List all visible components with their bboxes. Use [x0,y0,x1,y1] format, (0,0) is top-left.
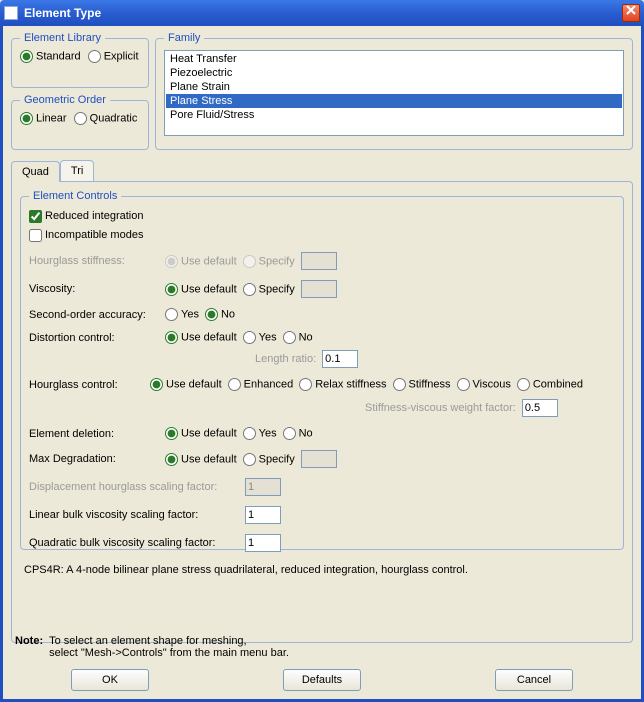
titlebar: Element Type [0,0,644,26]
radio-hgc-viscous[interactable]: Viscous [457,378,511,391]
family-group: Family Heat Transfer Piezoelectric Plane… [155,32,633,150]
radio-visc-specify[interactable]: Specify [243,283,295,296]
length-ratio-input[interactable] [322,350,358,368]
radio-edel-yes[interactable]: Yes [243,427,277,440]
tab-quad[interactable]: Quad [11,161,60,182]
close-icon [626,5,636,15]
viscosity-label: Viscosity: [29,283,159,295]
list-item[interactable]: Plane Strain [166,80,622,94]
radio-mdeg-default[interactable]: Use default [165,453,237,466]
radio-dist-no[interactable]: No [283,331,313,344]
linear-bulk-label: Linear bulk viscosity scaling factor: [29,509,239,521]
geometric-order-legend: Geometric Order [20,94,110,106]
hourglass-stiffness-label: Hourglass stiffness: [29,255,159,267]
disp-hourglass-input [245,478,281,496]
radio-hgs-specify: Specify [243,255,295,268]
note-line1: To select an element shape for meshing, [49,635,289,647]
checkbox-reduced-integration[interactable]: Reduced integration [29,210,143,222]
radio-explicit[interactable]: Explicit [88,50,139,63]
radio-dist-yes[interactable]: Yes [243,331,277,344]
radio-hgc-relax[interactable]: Relax stiffness [299,378,386,391]
quad-bulk-input[interactable] [245,534,281,552]
max-degradation-label: Max Degradation: [29,453,159,465]
radio-dist-default[interactable]: Use default [165,331,237,344]
note-label: Note: [15,635,43,659]
weight-factor-input[interactable] [522,399,558,417]
radio-edel-no[interactable]: No [283,427,313,440]
element-description: CPS4R: A 4-node bilinear plane stress qu… [20,564,624,576]
mdeg-input [301,450,337,468]
window-title: Element Type [24,6,622,20]
radio-hgc-combined[interactable]: Combined [517,378,583,391]
element-deletion-label: Element deletion: [29,428,159,440]
second-order-label: Second-order accuracy: [29,309,159,321]
radio-quadratic[interactable]: Quadratic [74,112,138,125]
radio-edel-default[interactable]: Use default [165,427,237,440]
element-controls-group: Element Controls Reduced integration Inc… [20,190,624,550]
ok-button[interactable]: OK [71,669,149,691]
hourglass-control-label: Hourglass control: [29,379,144,391]
weight-factor-label: Stiffness-viscous weight factor: [365,402,516,414]
family-list[interactable]: Heat Transfer Piezoelectric Plane Strain… [164,50,624,136]
disp-hourglass-label: Displacement hourglass scaling factor: [29,481,239,493]
radio-hgc-stiffness[interactable]: Stiffness [393,378,451,391]
family-legend: Family [164,32,204,44]
quad-bulk-label: Quadratic bulk viscosity scaling factor: [29,537,239,549]
checkbox-incompatible-modes[interactable]: Incompatible modes [29,229,143,241]
linear-bulk-input[interactable] [245,506,281,524]
list-item[interactable]: Piezoelectric [166,66,622,80]
close-button[interactable] [622,4,640,22]
list-item[interactable]: Pore Fluid/Stress [166,108,622,122]
tab-panel-quad: Element Controls Reduced integration Inc… [11,181,633,643]
radio-linear[interactable]: Linear [20,112,67,125]
app-icon [4,6,18,20]
cancel-button[interactable]: Cancel [495,669,573,691]
element-library-group: Element Library Standard Explicit [11,32,149,88]
radio-hgs-default: Use default [165,255,237,268]
list-item[interactable]: Heat Transfer [166,52,622,66]
radio-soa-no[interactable]: No [205,308,235,321]
radio-hgc-enhanced[interactable]: Enhanced [228,378,294,391]
radio-mdeg-specify[interactable]: Specify [243,453,295,466]
geometric-order-group: Geometric Order Linear Quadratic [11,94,149,150]
radio-standard[interactable]: Standard [20,50,81,63]
defaults-button[interactable]: Defaults [283,669,361,691]
distortion-label: Distortion control: [29,332,159,344]
tab-tri[interactable]: Tri [60,160,94,181]
button-row: OK Defaults Cancel [11,669,633,691]
radio-soa-yes[interactable]: Yes [165,308,199,321]
visc-input [301,280,337,298]
radio-hgc-default[interactable]: Use default [150,378,222,391]
element-library-legend: Element Library [20,32,105,44]
length-ratio-label: Length ratio: [255,353,316,365]
radio-visc-default[interactable]: Use default [165,283,237,296]
note-line2: select "Mesh->Controls" from the main me… [49,647,289,659]
hgs-input [301,252,337,270]
note: Note: To select an element shape for mes… [15,635,289,659]
list-item[interactable]: Plane Stress [166,94,622,108]
tabstrip: Quad Tri [11,160,633,181]
element-controls-legend: Element Controls [29,190,121,202]
window-body: Element Library Standard Explicit Geomet… [0,26,644,702]
